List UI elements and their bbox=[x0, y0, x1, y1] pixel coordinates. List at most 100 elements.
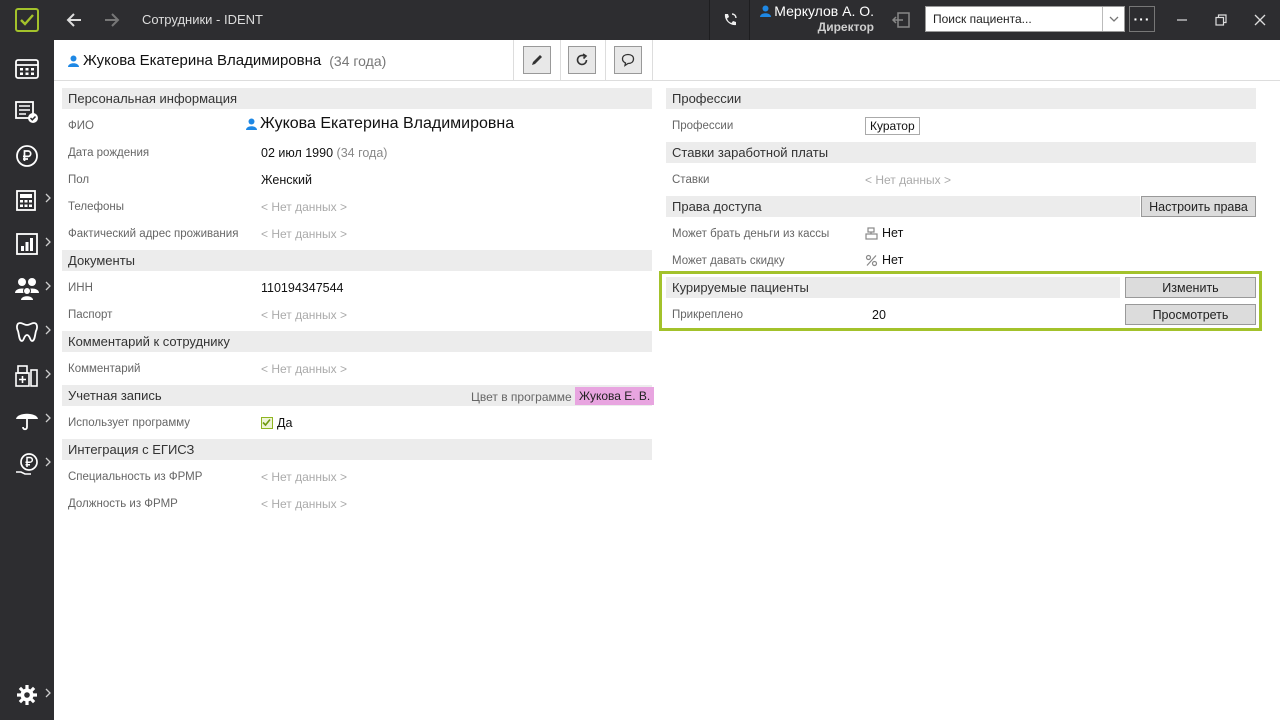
value-phones: < Нет данных > bbox=[261, 200, 348, 214]
pencil-icon bbox=[532, 55, 542, 65]
value-inn: 110194347544 bbox=[261, 281, 344, 295]
chevron-right-icon bbox=[45, 369, 51, 379]
label-frmr-specialty: Специальность из ФРМР bbox=[68, 471, 203, 483]
sidebar-item-patients[interactable] bbox=[0, 266, 54, 310]
list-check-icon bbox=[15, 101, 38, 123]
value-comment: < Нет данных > bbox=[261, 362, 348, 376]
more-button[interactable]: ··· bbox=[1129, 6, 1155, 32]
sidebar bbox=[0, 40, 54, 720]
window-title: Сотрудники - IDENT bbox=[142, 12, 263, 27]
restore-icon bbox=[1215, 14, 1227, 26]
uses-program-text: Да bbox=[277, 416, 293, 430]
fio-text: Жукова Екатерина Владимировна bbox=[260, 115, 515, 132]
birthdate-text: 02 июл 1990 bbox=[261, 146, 334, 160]
label-attached: Прикреплено bbox=[672, 309, 743, 321]
label-professions: Профессии bbox=[672, 120, 734, 132]
section-egisz: Интеграция с ЕГИСЗ bbox=[62, 439, 652, 460]
edit-button[interactable] bbox=[523, 46, 551, 74]
value-attached: 20 bbox=[872, 308, 886, 322]
label-comment: Комментарий bbox=[68, 363, 141, 375]
medical-supplies-icon bbox=[15, 365, 38, 387]
view-curated-button[interactable]: Просмотреть bbox=[1125, 304, 1256, 325]
arrow-left-icon bbox=[66, 13, 81, 27]
comment-button[interactable] bbox=[614, 46, 642, 74]
user-icon bbox=[68, 55, 79, 67]
employee-age: (34 года) bbox=[329, 52, 387, 69]
sidebar-item-reports[interactable] bbox=[0, 178, 54, 222]
chevron-right-icon bbox=[45, 325, 51, 335]
take-cash-text: Нет bbox=[882, 226, 904, 240]
give-discount-text: Нет bbox=[882, 253, 904, 267]
restore-button[interactable] bbox=[1201, 0, 1241, 40]
divider bbox=[560, 40, 561, 80]
checkmark-icon bbox=[15, 8, 39, 32]
label-rates: Ставки bbox=[672, 174, 710, 186]
chevron-right-icon bbox=[45, 413, 51, 423]
phone-icon bbox=[724, 13, 737, 26]
label-phones: Телефоны bbox=[68, 201, 124, 213]
speech-bubble-icon bbox=[621, 53, 635, 67]
divider bbox=[652, 40, 653, 80]
section-documents: Документы bbox=[62, 250, 652, 271]
value-take-cash: Нет bbox=[865, 226, 903, 240]
minimize-icon bbox=[1177, 19, 1187, 21]
patient-search-input[interactable] bbox=[926, 7, 1102, 31]
close-button[interactable] bbox=[1240, 0, 1280, 40]
value-passport: < Нет данных > bbox=[261, 308, 348, 322]
birthdate-age: (34 года) bbox=[336, 146, 388, 160]
section-curated-patients: Курируемые пациенты bbox=[666, 277, 1120, 298]
sidebar-item-analytics[interactable] bbox=[0, 222, 54, 266]
section-personal: Персональная информация bbox=[62, 88, 652, 109]
sidebar-item-warehouse[interactable] bbox=[0, 354, 54, 398]
value-birthdate: 02 июл 1990 (34 года) bbox=[261, 146, 387, 160]
label-passport: Паспорт bbox=[68, 309, 113, 321]
forward-button[interactable] bbox=[93, 0, 131, 40]
current-user[interactable]: Меркулов А. О. Директор bbox=[756, 3, 874, 34]
value-fio: Жукова Екатерина Владимировна bbox=[246, 115, 514, 133]
minimize-button[interactable] bbox=[1162, 0, 1202, 40]
label-fio: ФИО bbox=[68, 120, 94, 132]
user-icon bbox=[246, 118, 257, 130]
sidebar-item-settings[interactable] bbox=[0, 673, 54, 717]
divider bbox=[513, 40, 514, 80]
logout-icon bbox=[891, 12, 910, 28]
cash-register-icon bbox=[865, 226, 878, 240]
refresh-button[interactable] bbox=[568, 46, 596, 74]
back-button[interactable] bbox=[55, 0, 93, 40]
title-bar: Сотрудники - IDENT Меркулов А. О. Директ… bbox=[0, 0, 1280, 40]
divider bbox=[605, 40, 606, 80]
configure-rights-button[interactable]: Настроить права bbox=[1141, 196, 1256, 217]
bar-chart-icon bbox=[16, 233, 38, 255]
phone-button[interactable] bbox=[709, 0, 750, 40]
logout-button[interactable] bbox=[884, 0, 918, 40]
people-icon bbox=[15, 278, 39, 300]
sidebar-item-insurance[interactable] bbox=[0, 398, 54, 442]
value-rates: < Нет данных > bbox=[865, 173, 952, 187]
tooth-icon bbox=[16, 322, 38, 342]
chevron-down-icon bbox=[1109, 16, 1118, 22]
value-give-discount: Нет bbox=[865, 253, 903, 267]
sidebar-item-payroll[interactable] bbox=[0, 442, 54, 486]
sidebar-item-schedule[interactable] bbox=[0, 46, 54, 90]
value-address: < Нет данных > bbox=[261, 227, 348, 241]
section-professions: Профессии bbox=[666, 88, 1256, 109]
calculator-icon bbox=[16, 190, 36, 211]
label-gender: Пол bbox=[68, 174, 90, 186]
close-icon bbox=[1254, 14, 1266, 26]
user-icon bbox=[760, 5, 772, 17]
calendar-grid-icon bbox=[15, 59, 39, 79]
patient-search[interactable] bbox=[925, 6, 1125, 32]
app-logo[interactable] bbox=[0, 0, 54, 40]
checkmark-icon bbox=[262, 418, 271, 427]
search-dropdown-button[interactable] bbox=[1102, 7, 1124, 31]
sidebar-item-tasks[interactable] bbox=[0, 90, 54, 134]
label-birthdate: Дата рождения bbox=[68, 147, 150, 159]
chevron-right-icon bbox=[45, 237, 51, 247]
chevron-right-icon bbox=[45, 688, 51, 698]
value-uses-program: Да bbox=[261, 416, 292, 430]
arrow-right-icon bbox=[105, 13, 120, 27]
sidebar-item-dental[interactable] bbox=[0, 310, 54, 354]
employee-name: Жукова Екатерина Владимировна bbox=[83, 52, 322, 69]
sidebar-item-finance[interactable] bbox=[0, 134, 54, 178]
change-curated-button[interactable]: Изменить bbox=[1125, 277, 1256, 298]
